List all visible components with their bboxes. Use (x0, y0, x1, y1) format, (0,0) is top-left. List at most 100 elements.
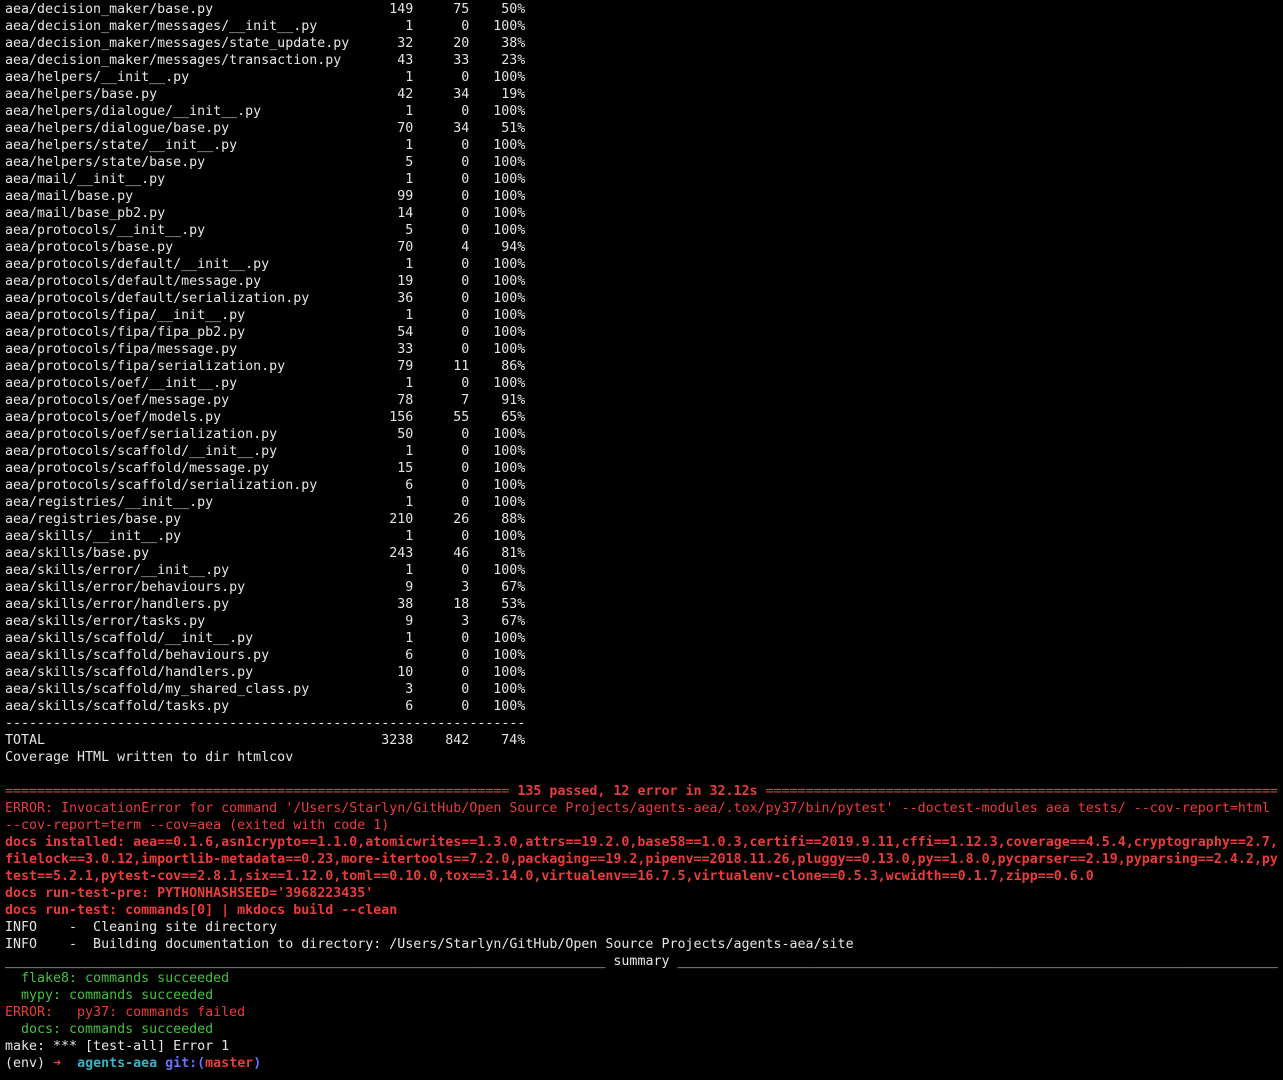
invocation-error-line-continued: --cov-report=term --cov=aea (exited with… (5, 818, 390, 833)
mkdocs-info-line: INFO - Building documentation to directo… (5, 937, 854, 952)
coverage-missed: 3 (461, 614, 470, 629)
coverage-statements: 50 (397, 427, 414, 442)
banner-rule-left: ========================================… (5, 784, 518, 799)
summary-result-py37: ERROR: py37: commands failed (5, 1005, 246, 1020)
coverage-statements: 1 (405, 308, 414, 323)
coverage-missed: 0 (461, 699, 470, 714)
coverage-file-name: aea/helpers/base.py (5, 87, 158, 102)
coverage-row: aea/skills/scaffold/handlers.py 10 0 100% (5, 664, 1283, 681)
coverage-row: aea/skills/error/tasks.py 9 3 67% (5, 613, 1283, 630)
coverage-missed: 20 (453, 36, 470, 51)
coverage-file-name: aea/skills/error/tasks.py (5, 614, 206, 629)
coverage-missed: 18 (453, 597, 470, 612)
coverage-percent: 67% (501, 580, 526, 595)
coverage-file-name: aea/helpers/state/__init__.py (5, 138, 238, 153)
git-branch: master (205, 1056, 254, 1071)
coverage-total-statements: 3238 (381, 733, 414, 748)
pytest-result-banner: ========================================… (5, 783, 1283, 800)
coverage-percent: 65% (501, 410, 526, 425)
coverage-missed: 0 (461, 206, 470, 221)
coverage-row: aea/mail/__init__.py 1 0 100% (5, 171, 1283, 188)
coverage-statements: 6 (405, 648, 414, 663)
coverage-statements: 1 (405, 529, 414, 544)
current-directory: agents-aea (77, 1056, 158, 1071)
coverage-percent: 100% (493, 376, 526, 391)
coverage-statements: 38 (397, 597, 414, 612)
coverage-statements: 5 (405, 155, 414, 170)
coverage-file-name: aea/decision_maker/messages/__init__.py (5, 19, 318, 34)
coverage-missed: 0 (461, 342, 470, 357)
coverage-file-name: aea/protocols/oef/message.py (5, 393, 230, 408)
coverage-file-name: aea/protocols/fipa/serialization.py (5, 359, 286, 374)
coverage-statements: 79 (397, 359, 414, 374)
coverage-row: aea/protocols/default/__init__.py 1 0 100% (5, 256, 1283, 273)
terminal-window[interactable]: aea/decision_maker/base.py 149 75 50% aea/de… (0, 0, 1283, 1080)
coverage-row: aea/decision_maker/messages/__init__.py 1… (5, 18, 1283, 35)
coverage-percent: 100% (493, 648, 526, 663)
prompt-arrow-icon: ➜ (53, 1056, 62, 1071)
coverage-percent: 100% (493, 104, 526, 119)
coverage-missed: 46 (453, 546, 470, 561)
coverage-row: aea/helpers/state/base.py 5 0 100% (5, 154, 1283, 171)
coverage-missed: 0 (461, 291, 470, 306)
summary-rule-right: ________________________________________… (669, 954, 1278, 969)
coverage-file-name: aea/skills/scaffold/handlers.py (5, 665, 254, 680)
coverage-row: aea/registries/__init__.py 1 0 100% (5, 494, 1283, 511)
coverage-statements: 5 (405, 223, 414, 238)
prompt-spacer (157, 1055, 165, 1072)
coverage-percent: 51% (501, 121, 526, 136)
coverage-file-name: aea/protocols/scaffold/serialization.py (5, 478, 318, 493)
coverage-statements: 1 (405, 495, 414, 510)
coverage-row: aea/skills/scaffold/my_shared_class.py 3 0… (5, 681, 1283, 698)
coverage-percent: 100% (493, 19, 526, 34)
coverage-file-name: aea/skills/error/behaviours.py (5, 580, 246, 595)
coverage-statements: 1 (405, 70, 414, 85)
coverage-percent: 100% (493, 223, 526, 238)
coverage-missed: 0 (461, 104, 470, 119)
coverage-percent: 38% (501, 36, 526, 51)
coverage-row: aea/skills/scaffold/behaviours.py 6 0 100% (5, 647, 1283, 664)
coverage-total-percent: 74% (501, 733, 526, 748)
coverage-statements: 1 (405, 631, 414, 646)
coverage-file-name: aea/mail/base.py (5, 189, 134, 204)
coverage-row: aea/skills/scaffold/tasks.py 6 0 100% (5, 698, 1283, 715)
coverage-missed: 0 (461, 223, 470, 238)
coverage-percent: 50% (501, 2, 526, 17)
docs-run-test-line: docs run-test: commands[0] | mkdocs buil… (5, 903, 398, 918)
coverage-row: aea/decision_maker/base.py 149 75 50% (5, 1, 1283, 18)
coverage-file-name: aea/protocols/oef/serialization.py (5, 427, 278, 442)
coverage-row: aea/mail/base.py 99 0 100% (5, 188, 1283, 205)
coverage-statements: 9 (405, 580, 414, 595)
coverage-statements: 14 (397, 206, 414, 221)
coverage-missed: 0 (461, 308, 470, 323)
shell-prompt[interactable]: (env) ➜ agents-aea git:( master ) (5, 1055, 1283, 1072)
coverage-statements: 1 (405, 138, 414, 153)
coverage-file-name: aea/mail/base_pb2.py (5, 206, 166, 221)
coverage-file-name: aea/protocols/default/message.py (5, 274, 262, 289)
coverage-statements: 243 (389, 546, 414, 561)
coverage-file-name: aea/protocols/scaffold/__init__.py (5, 444, 278, 459)
coverage-missed: 4 (461, 240, 470, 255)
coverage-file-name: aea/protocols/scaffold/message.py (5, 461, 270, 476)
coverage-statements: 1 (405, 257, 414, 272)
docs-installed-line: filelock==3.0.12,importlib-metadata==0.2… (5, 852, 1278, 867)
coverage-file-name: aea/helpers/dialogue/base.py (5, 121, 230, 136)
prompt-spacer (45, 1055, 53, 1072)
coverage-percent: 100% (493, 665, 526, 680)
coverage-missed: 0 (461, 682, 470, 697)
coverage-percent: 100% (493, 172, 526, 187)
coverage-row: aea/protocols/default/serialization.py 36… (5, 290, 1283, 307)
summary-rule-left: ________________________________________… (5, 954, 614, 969)
coverage-file-name: aea/helpers/state/base.py (5, 155, 206, 170)
coverage-statements: 3 (405, 682, 414, 697)
coverage-missed: 0 (461, 325, 470, 340)
invocation-error-line: ERROR: InvocationError for command '/Use… (5, 801, 1270, 816)
coverage-percent: 100% (493, 495, 526, 510)
coverage-row: aea/protocols/oef/serialization.py 50 0 100… (5, 426, 1283, 443)
coverage-missed: 0 (461, 172, 470, 187)
coverage-missed: 0 (461, 648, 470, 663)
coverage-statements: 70 (397, 121, 414, 136)
coverage-file-name: aea/protocols/default/serialization.py (5, 291, 310, 306)
coverage-percent: 100% (493, 461, 526, 476)
coverage-missed: 0 (461, 155, 470, 170)
